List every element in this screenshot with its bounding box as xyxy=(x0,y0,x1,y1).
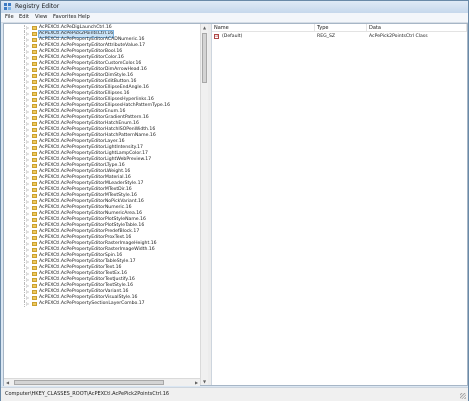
folder-icon xyxy=(32,296,37,300)
column-header-data[interactable]: Data xyxy=(367,24,467,32)
folder-icon xyxy=(32,104,37,108)
scrollbar-thumb[interactable] xyxy=(202,33,207,83)
tree-item[interactable]: ▷ AcPEXCtl.AcPePropertySectionLayerCombo.… xyxy=(4,301,199,307)
menu-edit[interactable]: Edit xyxy=(19,13,29,22)
status-bar: Computer\HKEY_CLASSES_ROOT\AcPEXCtl.AcPe… xyxy=(1,387,468,401)
folder-icon xyxy=(32,284,37,288)
menu-file[interactable]: File xyxy=(5,13,14,22)
folder-icon xyxy=(32,164,37,168)
folder-icon xyxy=(32,230,37,234)
value-type: REG_SZ xyxy=(317,34,336,39)
string-value-icon: ab xyxy=(214,34,219,39)
folder-icon xyxy=(32,140,37,144)
window-title: Registry Editor xyxy=(15,3,60,10)
folder-icon xyxy=(32,194,37,198)
folder-icon xyxy=(32,158,37,162)
folder-icon xyxy=(32,206,37,210)
scroll-left-arrow-icon[interactable]: ◀ xyxy=(4,379,11,386)
folder-icon xyxy=(32,188,37,192)
folder-icon xyxy=(32,50,37,54)
scroll-up-arrow-icon[interactable]: ▲ xyxy=(201,24,208,31)
folder-icon xyxy=(32,224,37,228)
folder-icon xyxy=(32,248,37,252)
tree-item-label: AcPEXCtl.AcPePropertySectionLayerCombo.1… xyxy=(39,301,145,306)
folder-icon xyxy=(32,146,37,150)
value-name: (Default) xyxy=(222,34,243,39)
title-bar[interactable]: Registry Editor xyxy=(1,1,468,13)
registry-key-tree[interactable]: ▷ AcPEXCtl.AcPeDigLaunchCtrl.16 ▷ AcPEXCtl.… xyxy=(4,24,199,385)
folder-icon xyxy=(32,86,37,90)
folder-icon xyxy=(32,80,37,84)
folder-icon xyxy=(32,266,37,270)
menu-view[interactable]: View xyxy=(35,13,47,22)
folder-icon xyxy=(32,176,37,180)
status-path: Computer\HKEY_CLASSES_ROOT\AcPEXCtl.AcPe… xyxy=(5,391,170,397)
folder-icon xyxy=(32,242,37,246)
folder-icon xyxy=(32,62,37,66)
column-header-type[interactable]: Type xyxy=(315,24,367,32)
values-pane: Name Type Data ab (Default) REG_SZ AcPeP… xyxy=(212,24,467,385)
menu-help[interactable]: Help xyxy=(78,13,90,22)
tree-horizontal-scrollbar[interactable]: ◀ ▶ xyxy=(4,378,200,386)
value-row[interactable]: ab (Default) REG_SZ AcPePick2PointsCtrl … xyxy=(212,33,467,40)
folder-icon xyxy=(32,128,37,132)
column-header-name[interactable]: Name xyxy=(212,24,315,32)
folder-icon xyxy=(32,116,37,120)
folder-icon xyxy=(32,290,37,294)
folder-icon xyxy=(32,92,37,96)
folder-icon xyxy=(32,218,37,222)
resize-grip-icon[interactable] xyxy=(460,393,466,399)
folder-icon xyxy=(32,56,37,60)
folder-icon xyxy=(32,200,37,204)
folder-icon xyxy=(32,236,37,240)
folder-icon xyxy=(32,68,37,72)
folder-icon xyxy=(32,38,37,42)
folder-icon xyxy=(32,98,37,102)
folder-icon xyxy=(32,272,37,276)
registry-app-icon xyxy=(4,3,11,10)
folder-icon xyxy=(32,182,37,186)
folder-icon xyxy=(32,212,37,216)
menu-bar: File Edit View Favorites Help xyxy=(1,13,468,23)
client-area: ▷ AcPEXCtl.AcPeDigLaunchCtrl.16 ▷ AcPEXCtl.… xyxy=(3,23,468,386)
folder-icon xyxy=(32,110,37,114)
folder-icon xyxy=(32,260,37,264)
scroll-down-arrow-icon[interactable]: ▼ xyxy=(201,378,208,385)
registry-editor-window: Registry Editor File Edit View Favorites… xyxy=(0,0,469,401)
menu-favorites[interactable]: Favorites xyxy=(53,13,76,22)
folder-icon xyxy=(32,170,37,174)
folder-icon xyxy=(32,44,37,48)
folder-icon xyxy=(32,134,37,138)
folder-icon xyxy=(32,122,37,126)
scroll-right-arrow-icon[interactable]: ▶ xyxy=(193,379,200,386)
folder-icon xyxy=(32,254,37,258)
tree-guide-line xyxy=(24,301,25,307)
folder-icon xyxy=(32,74,37,78)
folder-icon xyxy=(32,32,37,36)
value-data: AcPePick2PointsCtrl Class xyxy=(369,34,428,39)
folder-icon xyxy=(32,302,37,306)
horizontal-scrollbar-thumb[interactable] xyxy=(14,380,164,385)
folder-icon xyxy=(32,152,37,156)
folder-icon xyxy=(32,26,37,30)
expand-arrow-icon[interactable]: ▷ xyxy=(26,301,29,307)
folder-icon xyxy=(32,278,37,282)
